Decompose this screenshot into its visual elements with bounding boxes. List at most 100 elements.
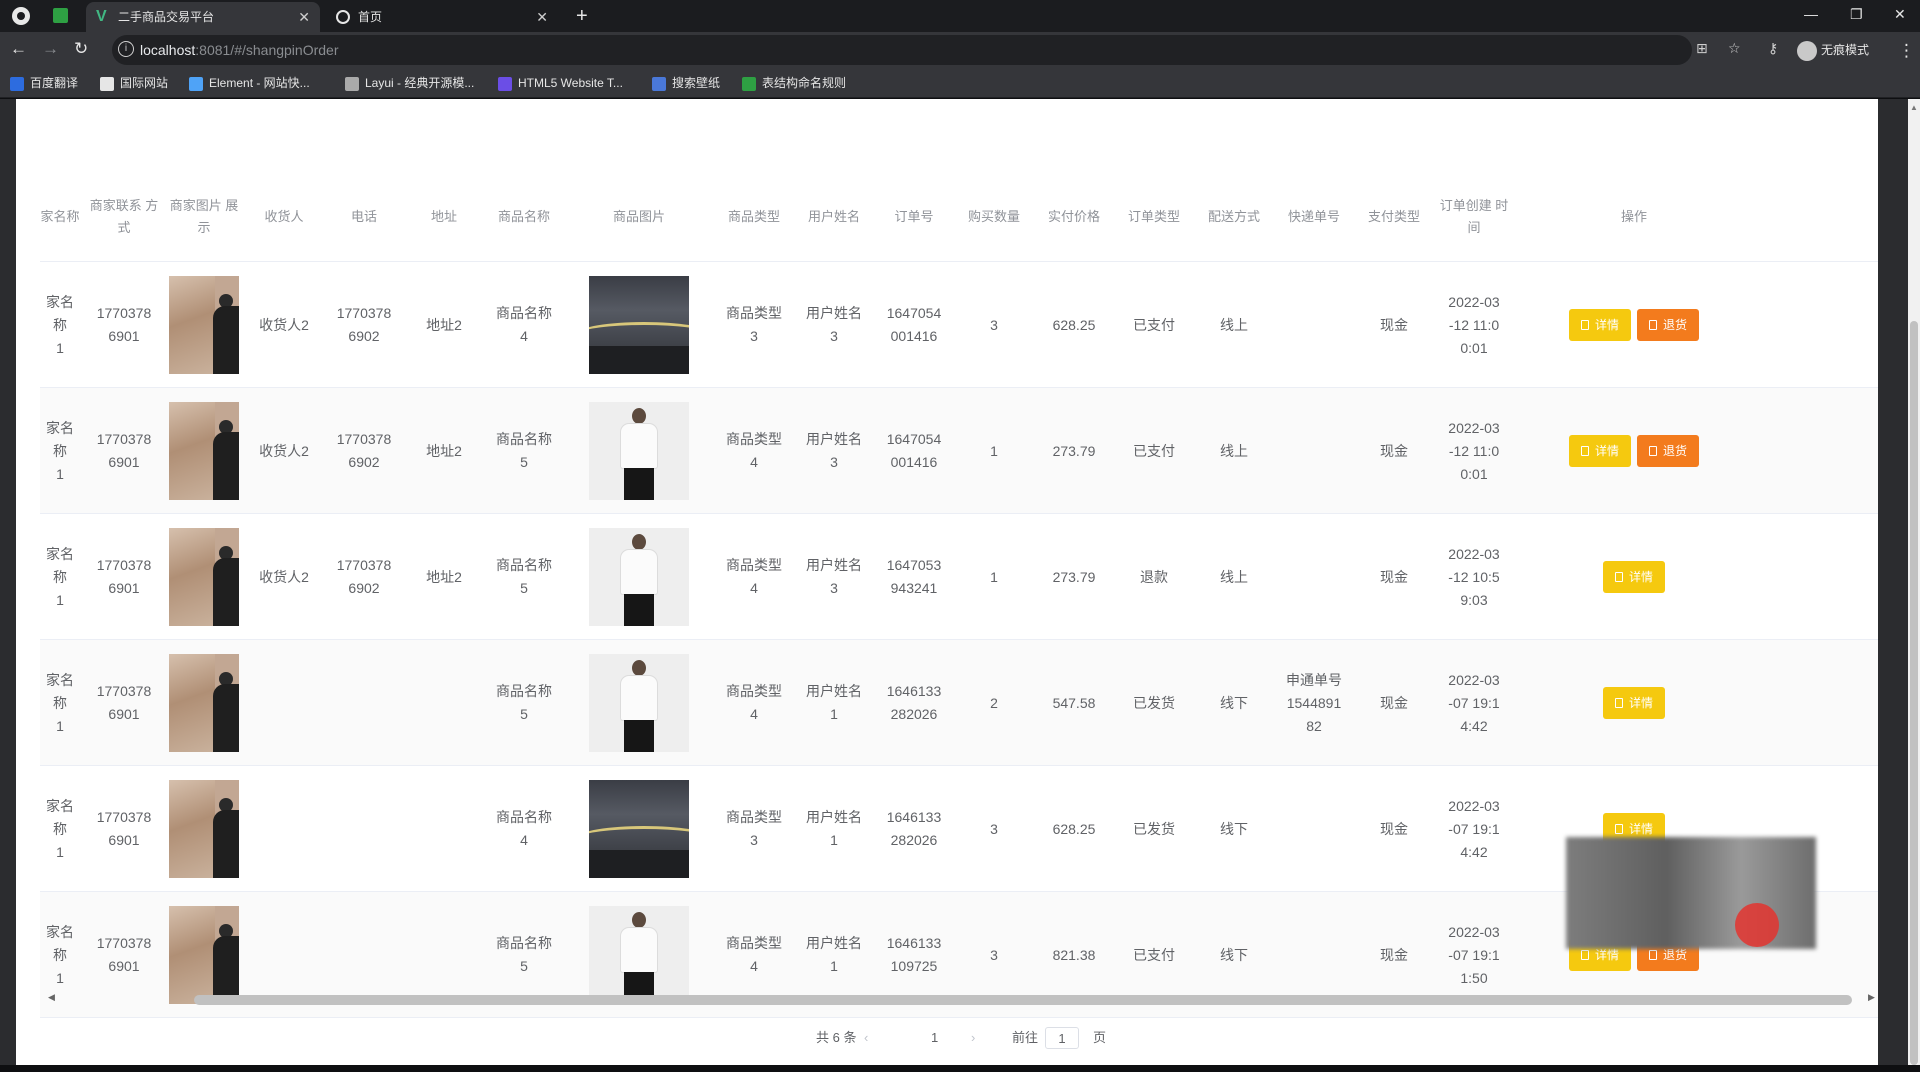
- bookmark-label: 表结构命名规则: [762, 76, 847, 90]
- goods-name-cell: 商品名称 4: [496, 305, 552, 344]
- col-header: 支付类型: [1367, 209, 1420, 224]
- bookmark-item[interactable]: Element - 网站快...: [189, 68, 310, 98]
- bookmark-item[interactable]: HTML5 Website T...: [498, 68, 623, 98]
- bookmark-item[interactable]: 表结构命名规则: [742, 68, 846, 98]
- model-head: [632, 408, 646, 424]
- incognito-profile[interactable]: 无痕模式: [1797, 40, 1869, 61]
- next-page-icon[interactable]: ›: [971, 1027, 975, 1049]
- shop-image[interactable]: [169, 780, 239, 878]
- bookmark-item[interactable]: 搜索壁纸: [652, 68, 720, 98]
- order-number-cell: 1646133 282026: [886, 683, 942, 722]
- scroll-left-icon[interactable]: ◀: [48, 992, 55, 1003]
- address-cell: 地址2: [426, 568, 462, 585]
- star-icon[interactable]: ☆: [1728, 40, 1741, 57]
- shop-image[interactable]: [169, 528, 239, 626]
- reload-icon[interactable]: ↻: [74, 38, 88, 60]
- user-name-cell: 用户姓名 3: [806, 305, 862, 344]
- goods-image[interactable]: [589, 780, 689, 878]
- goods-name-cell: 商品名称 5: [496, 683, 552, 722]
- page-number[interactable]: 1: [931, 1027, 938, 1049]
- detail-button[interactable]: 详情: [1568, 309, 1631, 341]
- scroll-up-icon[interactable]: ▲: [1910, 103, 1918, 112]
- shop-image-cell: [164, 262, 244, 388]
- goto-page-input[interactable]: 1: [1045, 1027, 1079, 1049]
- shop-image-figure: [213, 432, 239, 500]
- model-shirt: [621, 676, 657, 720]
- col-header: 地址: [430, 209, 457, 224]
- delivery-cell: 线下: [1220, 694, 1248, 711]
- url-field[interactable]: i localhost:8081/#/shangpinOrder: [112, 35, 1692, 65]
- goods-image[interactable]: [589, 906, 689, 1004]
- shop-image[interactable]: [169, 654, 239, 752]
- goods-image[interactable]: [589, 276, 689, 374]
- col-header: 操作: [1620, 209, 1647, 224]
- detail-button[interactable]: 详情: [1568, 435, 1631, 467]
- shop-image-art: [169, 402, 215, 500]
- window-close-icon[interactable]: ✕: [1894, 2, 1906, 26]
- bookmark-item[interactable]: 百度翻译: [10, 68, 78, 98]
- button-label: 详情: [1628, 822, 1653, 836]
- created-time-cell: 2022-03 -07 19:1 4:42: [1448, 797, 1500, 860]
- back-icon[interactable]: ←: [10, 38, 27, 60]
- col-header: 家名称: [40, 209, 80, 224]
- return-button[interactable]: 退货: [1637, 435, 1700, 467]
- globe-icon: [336, 10, 350, 24]
- shop-image-figure: [213, 810, 239, 878]
- shop-image[interactable]: [169, 276, 239, 374]
- user-name-cell: 用户姓名 1: [806, 683, 862, 722]
- tab-title: 首页: [358, 10, 383, 24]
- close-icon[interactable]: ✕: [536, 2, 548, 32]
- button-label: 详情: [1594, 444, 1619, 458]
- site-info-icon[interactable]: i: [118, 41, 134, 57]
- translate-icon[interactable]: ⊞: [1696, 40, 1708, 57]
- receiver-cell: 收货人2: [259, 316, 309, 333]
- close-icon[interactable]: ✕: [298, 2, 310, 32]
- url-path: :8081/#/shangpinOrder: [195, 42, 339, 58]
- bookmark-icon: [189, 76, 203, 91]
- detail-button[interactable]: 详情: [1602, 561, 1665, 593]
- goods-image[interactable]: [589, 654, 689, 752]
- prev-page-icon[interactable]: ‹: [864, 1027, 868, 1049]
- new-tab-icon[interactable]: +: [576, 4, 588, 28]
- shop-image-art: [169, 906, 215, 1004]
- bookmark-item[interactable]: Layui - 经典开源模...: [345, 68, 474, 98]
- document-icon: [1614, 824, 1623, 834]
- return-button[interactable]: 退货: [1637, 309, 1700, 341]
- bookmark-label: 国际网站: [120, 76, 169, 90]
- more-menu-icon[interactable]: ⋮: [1898, 40, 1915, 62]
- key-icon[interactable]: ⚷: [1768, 40, 1778, 57]
- bookmark-icon: [652, 76, 666, 91]
- bookmark-item[interactable]: 国际网站: [100, 68, 168, 98]
- scrollbar-thumb[interactable]: [1910, 321, 1918, 1065]
- plate-base: [589, 850, 689, 878]
- minimize-icon[interactable]: —: [1804, 2, 1818, 26]
- shop-image-art: [169, 654, 215, 752]
- tab-active[interactable]: V 二手商品交易平台 ✕: [86, 2, 320, 32]
- page-suffix: 页: [1093, 1030, 1107, 1045]
- goods-image-cell: [564, 388, 714, 514]
- goods-name-cell: 商品名称 5: [496, 431, 552, 470]
- forward-icon[interactable]: →: [42, 38, 59, 60]
- price-cell: 273.79: [1052, 568, 1096, 585]
- shop-image[interactable]: [169, 906, 239, 1004]
- app-icon[interactable]: [53, 8, 68, 23]
- shop-image[interactable]: [169, 402, 239, 500]
- browser-menu-icon[interactable]: [12, 7, 30, 25]
- tab-home[interactable]: 首页 ✕: [326, 2, 558, 32]
- shop-name-cell: 家名称 1: [46, 671, 74, 734]
- actions-cell: 详情 退货: [1514, 388, 1754, 514]
- button-label: 退货: [1663, 444, 1688, 458]
- document-icon: [1614, 698, 1623, 708]
- detail-button[interactable]: 详情: [1602, 687, 1665, 719]
- goods-image[interactable]: [589, 402, 689, 500]
- restore-icon[interactable]: ❐: [1850, 2, 1863, 26]
- scrollbar-thumb[interactable]: [194, 995, 1852, 1005]
- horizontal-scrollbar[interactable]: ◀ ▶: [40, 992, 1878, 1008]
- scroll-right-icon[interactable]: ▶: [1868, 992, 1875, 1003]
- shop-image-cell: [164, 766, 244, 892]
- goods-image[interactable]: [589, 528, 689, 626]
- vertical-scrollbar[interactable]: ▲: [1908, 99, 1920, 1065]
- model-head: [632, 660, 646, 676]
- return-icon: [1649, 950, 1657, 960]
- incognito-icon: [1797, 40, 1817, 61]
